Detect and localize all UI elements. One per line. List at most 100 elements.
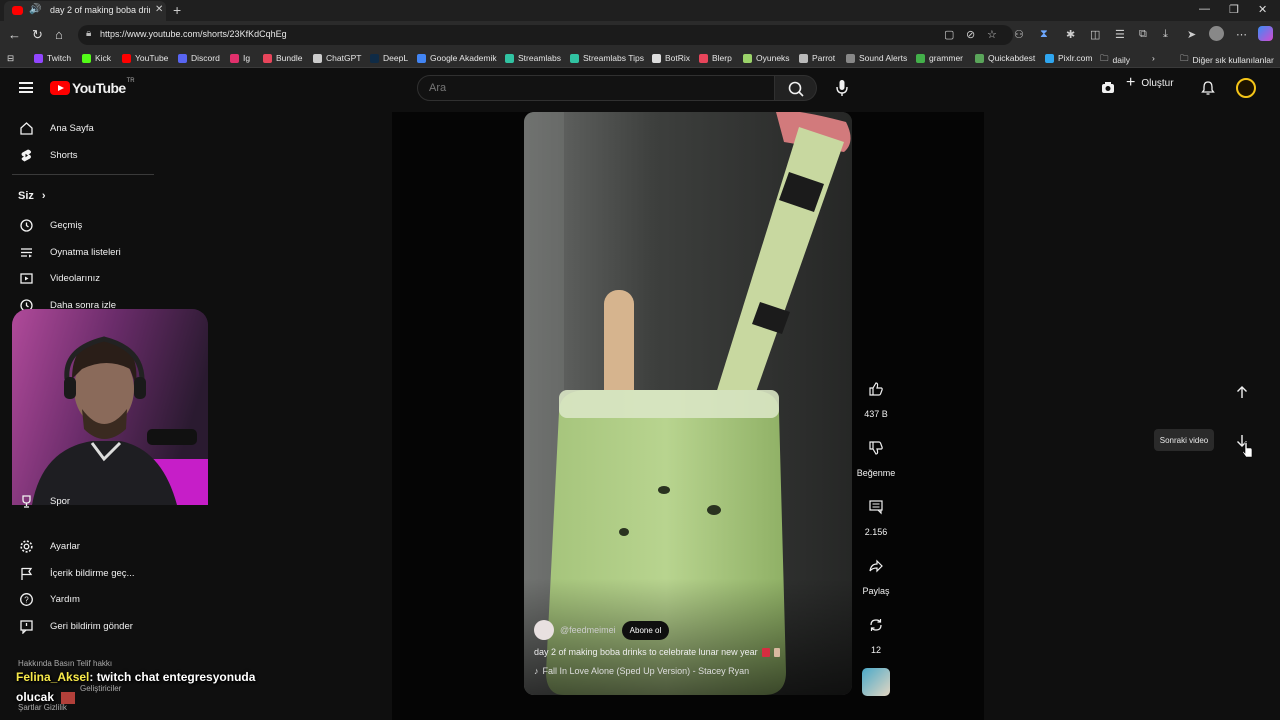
sidebar-item-sports[interactable]: Spor [18, 493, 70, 509]
sidebar-you-header[interactable]: Siz › [18, 190, 46, 202]
chevron-right-icon[interactable]: › [1152, 53, 1155, 63]
camera-icon[interactable] [1100, 80, 1116, 96]
send-icon[interactable]: ➤ [1187, 28, 1196, 41]
remix-button[interactable]: 12 [856, 610, 896, 655]
sound-thumbnail[interactable] [862, 668, 890, 696]
bookmark-item[interactable]: Pixlr.com [1045, 53, 1092, 63]
audio-playing-icon[interactable]: 🔊 [29, 4, 41, 15]
mouse-cursor-icon [1242, 442, 1253, 458]
short-title[interactable]: day 2 of making boba drinks to celebrate… [534, 647, 758, 657]
url-text: https://www.youtube.com/shorts/23KfKdCqh… [100, 29, 287, 39]
sidebar-item-playlists[interactable]: Oynatma listeleri [18, 244, 121, 260]
back-icon[interactable]: ← [8, 27, 21, 42]
bookmark-item[interactable]: Ig [230, 53, 250, 63]
favorite-star-icon[interactable]: ☆ [987, 28, 997, 41]
create-button[interactable]: + Oluştur [1126, 75, 1174, 91]
bookmark-item[interactable]: Kick [82, 53, 111, 63]
channel-avatar[interactable] [534, 620, 554, 640]
home-icon [18, 120, 34, 136]
extension-icon[interactable]: ⚇ [1014, 28, 1024, 41]
bookmark-item[interactable]: Oyuneks [743, 53, 790, 63]
browser-tab[interactable]: 🔊 day 2 of making boba drinks ✕ [4, 1, 166, 21]
folder-icon: 🗀 [1180, 53, 1189, 63]
microphone-icon [836, 80, 848, 96]
comments-button[interactable]: 2.156 [856, 492, 896, 537]
svg-text:?: ? [24, 595, 29, 604]
instagram-icon [230, 53, 239, 63]
short-music-track[interactable]: Fall In Love Alone (Sped Up Version) - S… [543, 666, 750, 676]
bookmark-item[interactable]: BotRix [652, 53, 690, 63]
subscribe-button[interactable]: Abone ol [621, 620, 670, 640]
bookmark-item[interactable]: Parrot [799, 53, 835, 63]
tab-view-icon[interactable]: ▢ [944, 28, 954, 41]
flag-icon [18, 565, 34, 581]
dislike-button[interactable]: Beğenme [856, 433, 896, 478]
sidebar-item-report-history[interactable]: İçerik bildirme geç... [18, 565, 134, 581]
bookmark-item[interactable]: Twitch [34, 53, 71, 63]
bookmark-item[interactable]: Streamlabs Tips [570, 53, 644, 63]
avatar[interactable] [1236, 78, 1256, 98]
like-button[interactable]: 437 B [856, 374, 896, 419]
bookmark-item[interactable]: ChatGPT [313, 53, 361, 63]
bookmark-item[interactable]: Discord [178, 53, 220, 63]
bookmark-item[interactable]: grammer [916, 53, 963, 63]
bell-icon[interactable] [1200, 80, 1216, 96]
address-bar[interactable]: 🔒︎ https://www.youtube.com/shorts/23KfKd… [78, 25, 1013, 45]
menu-icon[interactable] [19, 82, 33, 93]
sidebar-item-settings[interactable]: Ayarlar [18, 538, 80, 554]
favorites-icon[interactable]: ☰ [1115, 28, 1125, 41]
bookmarks-menu-icon[interactable]: ⊟ [7, 53, 14, 64]
bookmark-folder[interactable]: 🗀 daily [1100, 53, 1130, 67]
boba-emoji-icon [773, 647, 780, 657]
new-tab-icon[interactable]: + [173, 2, 181, 18]
close-window-icon[interactable]: ✕ [1258, 3, 1267, 16]
more-menu-icon[interactable]: ⋯ [1236, 28, 1247, 41]
sidebar-item-history[interactable]: Geçmiş [18, 217, 82, 233]
youtube-logo[interactable]: YouTube TR [50, 78, 135, 96]
music-note-icon: ♪ [534, 666, 539, 676]
bookmark-item[interactable]: Streamlabs [505, 53, 561, 63]
sidebar-item-help[interactable]: ? Yardım [18, 591, 80, 607]
browser-tab-bar: 🔊 day 2 of making boba drinks ✕ + — ❐ ✕ [0, 0, 1280, 21]
copilot-icon[interactable] [1258, 26, 1273, 41]
channel-name[interactable]: @feedmeimei [560, 625, 616, 635]
extension-icon[interactable]: ⧗ [1040, 28, 1048, 41]
sidebar-item-your-videos[interactable]: Videolarınız [18, 270, 100, 286]
voice-search-button[interactable] [829, 75, 855, 101]
bookmark-item[interactable]: Quickabdest [975, 53, 1035, 63]
chat-message-line2: olucak [16, 690, 55, 704]
reload-icon[interactable]: ↻ [32, 27, 43, 43]
search-box[interactable] [417, 75, 775, 101]
emote-icon [61, 691, 76, 704]
minimize-icon[interactable]: — [1199, 3, 1210, 15]
streamlabs-icon [505, 53, 514, 63]
bookmark-item[interactable]: DeepL [370, 53, 408, 63]
bookmark-item[interactable]: Sound Alerts [846, 53, 907, 63]
bookmark-item[interactable]: Google Akademik [417, 53, 497, 63]
other-bookmarks-folder[interactable]: 🗀 Diğer sık kullanılanlar [1180, 53, 1274, 67]
home-icon[interactable]: ⌂ [55, 27, 63, 42]
close-tab-icon[interactable]: ✕ [155, 4, 163, 15]
split-screen-icon[interactable]: ◫ [1090, 28, 1100, 41]
sidebar-item-home[interactable]: Ana Sayfa [18, 120, 94, 136]
download-icon[interactable]: ⤓ [1163, 28, 1168, 41]
search-button[interactable] [775, 75, 817, 101]
share-button[interactable]: Paylaş [856, 551, 896, 596]
sidebar-item-shorts[interactable]: Shorts [18, 147, 77, 163]
short-video[interactable]: @feedmeimei Abone ol day 2 of making bob… [524, 112, 852, 695]
bookmark-item[interactable]: Blerp [699, 53, 732, 63]
site-info-icon[interactable]: 🔒︎ [86, 28, 91, 39]
bookmark-item[interactable]: YouTube [122, 53, 168, 63]
sidebar-item-feedback[interactable]: Geri bildirim gönder [18, 618, 133, 634]
extensions-icon[interactable]: ✱ [1066, 28, 1075, 41]
tracking-icon[interactable]: ⊘ [966, 28, 975, 41]
deepl-icon [370, 53, 379, 63]
sound-alerts-icon [846, 53, 855, 63]
restore-icon[interactable]: ❐ [1229, 3, 1239, 16]
bookmark-item[interactable]: Bundle [263, 53, 302, 63]
profile-avatar-icon[interactable] [1209, 26, 1224, 41]
thumbs-up-icon [861, 374, 891, 404]
previous-video-button[interactable] [1231, 381, 1253, 403]
collections-icon[interactable]: ⧉ [1139, 28, 1147, 41]
search-input[interactable] [429, 82, 759, 94]
